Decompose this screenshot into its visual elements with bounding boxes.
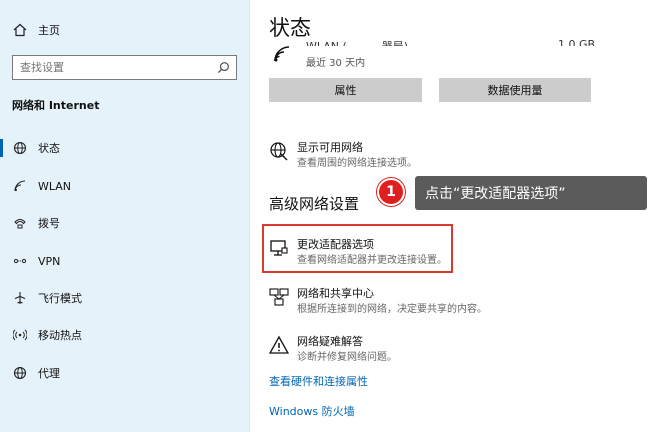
show-networks-title: 显示可用网络: [297, 141, 363, 154]
show-available-networks[interactable]: 显示可用网络 查看周围的网络连接选项。: [269, 139, 589, 169]
hotspot-icon: [12, 327, 28, 343]
windows-firewall-link[interactable]: Windows 防火墙: [269, 403, 355, 419]
annotation-callout: 点击“更改适配器选项”: [415, 176, 647, 210]
troubleshooter-title: 网络疑难解答: [297, 335, 363, 348]
section-heading: 网络和 Internet: [12, 99, 100, 112]
troubleshooter-desc: 诊断并修复网络问题。: [297, 352, 397, 363]
sidebar-item-hotspot[interactable]: 移动热点: [0, 318, 249, 352]
network-name: WLAN (..........器局): [306, 38, 408, 46]
show-networks-desc: 查看周围的网络连接选项。: [297, 158, 417, 169]
sidebar-item-vpn[interactable]: VPN: [0, 244, 249, 278]
sidebar-item-proxy[interactable]: 代理: [0, 356, 249, 390]
sidebar-item-label: 移动热点: [38, 329, 82, 342]
warning-triangle-icon: [269, 335, 289, 354]
sidebar-item-wlan[interactable]: WLAN: [0, 169, 249, 203]
sidebar-home-label: 主页: [38, 24, 60, 37]
dialup-icon: [12, 215, 28, 231]
search-icon[interactable]: [217, 61, 230, 74]
sidebar-item-label: 飞行模式: [38, 292, 82, 305]
sidebar-item-label: 代理: [38, 367, 60, 380]
sidebar-item-status[interactable]: 状态: [0, 131, 249, 165]
highlight-box: [262, 224, 453, 273]
properties-button[interactable]: 属性: [269, 78, 422, 102]
search-input[interactable]: [13, 56, 208, 79]
wifi-signal-icon: [274, 46, 290, 62]
network-period: 最近 30 天内: [306, 58, 366, 69]
hardware-properties-link[interactable]: 查看硬件和连接属性: [269, 373, 368, 389]
vpn-icon: [12, 253, 28, 269]
active-indicator: [0, 139, 3, 157]
sharing-center-desc: 根据所连接到的网络，决定要共享的内容。: [297, 304, 487, 315]
proxy-globe-icon: [12, 365, 28, 381]
sidebar-item-label: 拨号: [38, 217, 60, 230]
sharing-center-title: 网络和共享中心: [297, 287, 374, 300]
step-badge: 1: [377, 178, 405, 206]
status-globe-icon: [12, 140, 28, 156]
divider: [249, 0, 250, 432]
sidebar-item-dialup[interactable]: 拨号: [0, 206, 249, 240]
sidebar: 主页 网络和 Internet 状态 WLAN 拨号 VPN 飞行模式: [0, 0, 249, 432]
page-title: 状态: [269, 16, 311, 40]
network-sharing-center[interactable]: 网络和共享中心 根据所连接到的网络，决定要共享的内容。: [269, 285, 589, 315]
sharing-center-icon: [269, 288, 289, 306]
network-troubleshooter[interactable]: 网络疑难解答 诊断并修复网络问题。: [269, 333, 589, 363]
sidebar-item-airplane[interactable]: 飞行模式: [0, 281, 249, 315]
globe-network-icon: [270, 142, 288, 161]
search-box[interactable]: [12, 55, 237, 80]
advanced-settings-heading: 高级网络设置: [269, 195, 360, 213]
sidebar-item-home[interactable]: 主页: [0, 13, 249, 47]
sidebar-item-label: WLAN: [38, 179, 72, 193]
sidebar-item-label: VPN: [38, 254, 61, 268]
wifi-icon: [12, 178, 28, 194]
data-usage-button[interactable]: 数据使用量: [439, 78, 591, 102]
sidebar-item-label: 状态: [38, 142, 60, 155]
network-data-amount: 1.0 GB: [558, 38, 596, 46]
home-icon: [12, 22, 28, 38]
airplane-icon: [12, 290, 28, 306]
